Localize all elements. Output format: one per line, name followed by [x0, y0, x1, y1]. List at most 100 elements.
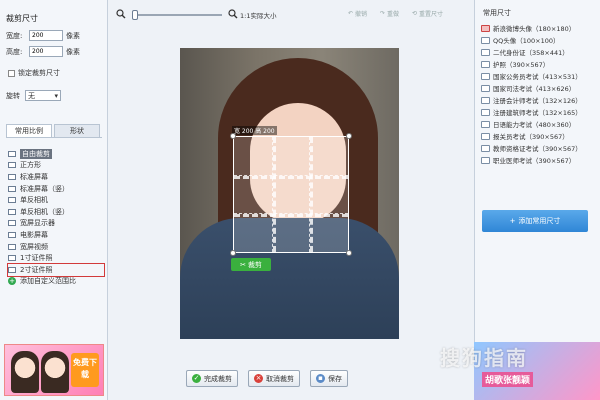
list-item[interactable]: 护照（390×567） — [481, 58, 597, 70]
crop-size-title: 裁剪尺寸 — [6, 14, 38, 23]
add-custom-ratio[interactable]: + 添加自定义范围比 — [8, 276, 104, 288]
crop-button[interactable]: ✂ 裁剪 — [231, 258, 271, 271]
height-unit: 像素 — [66, 47, 80, 56]
ad-face-image — [11, 351, 39, 393]
toolbar: 1:1实际大小 ↶ 撤销 ↷ 重做 ⟲ 重置尺寸 — [110, 0, 472, 28]
redo-button[interactable]: ↷ 重做 — [380, 9, 399, 18]
resize-handle[interactable] — [346, 250, 352, 256]
reset-icon: ⟲ — [412, 10, 418, 17]
plus-icon: + — [509, 217, 516, 225]
qq-icon — [481, 36, 490, 44]
zoom-out-icon[interactable] — [116, 9, 126, 19]
list-item[interactable]: 电影屏幕 — [8, 229, 104, 241]
lock-size-label: 锁定裁剪尺寸 — [18, 69, 60, 77]
ratio-icon — [8, 208, 16, 215]
height-input[interactable] — [29, 46, 63, 57]
undo-button[interactable]: ↶ 撤销 — [348, 9, 367, 18]
id-photo-icon — [8, 255, 16, 262]
rotate-label: 旋转 — [6, 91, 20, 100]
free-download-button[interactable]: 免费下载 — [71, 353, 99, 387]
zoom-slider[interactable] — [132, 10, 222, 20]
width-unit: 像素 — [66, 31, 80, 40]
crop-box[interactable] — [230, 133, 352, 256]
resize-handle[interactable] — [346, 133, 352, 139]
grid-line — [234, 174, 348, 179]
id-photo-icon — [481, 96, 490, 104]
grid-line — [309, 137, 314, 252]
list-item[interactable]: 标准屏幕 — [8, 171, 104, 183]
list-item[interactable]: 正方形 — [8, 160, 104, 172]
height-row: 高度: 像素 — [6, 46, 80, 57]
list-item[interactable]: 教师资格证考试（390×567） — [481, 142, 597, 154]
id-photo-icon — [481, 72, 490, 80]
list-item[interactable]: 注册会计师考试（132×126） — [481, 94, 597, 106]
resize-handle[interactable] — [230, 250, 236, 256]
list-item[interactable]: 标准屏幕（竖） — [8, 183, 104, 195]
done-crop-button[interactable]: ✓ 完成裁剪 — [186, 370, 238, 387]
ratio-icon — [8, 162, 16, 169]
ratio-icon — [8, 173, 16, 180]
chevron-down-icon: ▾ — [54, 91, 58, 100]
id-card-icon — [481, 48, 490, 56]
ad-banner[interactable]: 免费下载 — [4, 344, 104, 396]
list-item[interactable]: 2寸证件照 — [7, 262, 105, 277]
undo-icon: ↶ — [348, 10, 354, 17]
tab-shape[interactable]: 形状 — [54, 124, 100, 137]
id-photo-icon — [481, 132, 490, 140]
common-size-list: 新浪微博头像（180×180） QQ头像（100×100） 二代身份证（358×… — [481, 22, 597, 166]
ratio-list: 自由裁剪 正方形 标准屏幕 标准屏幕（竖） 单反相机 单反相机（竖） 宽屏显示器… — [7, 148, 105, 288]
left-panel: 裁剪尺寸 宽度: 像素 高度: 像素 锁定裁剪尺寸 旋转 无 ▾ 常用比例 形状… — [0, 0, 108, 400]
add-common-size-button[interactable]: + 添加常用尺寸 — [482, 210, 588, 232]
list-item[interactable]: 二代身份证（358×441） — [481, 46, 597, 58]
actual-size-button[interactable]: 1:1实际大小 — [240, 10, 276, 20]
list-item[interactable]: 报关员考试（390×567） — [481, 130, 597, 142]
width-row: 宽度: 像素 — [6, 30, 80, 41]
save-button[interactable]: ▪ 保存 — [310, 370, 348, 387]
cancel-crop-button[interactable]: × 取消裁剪 — [248, 370, 300, 387]
list-item[interactable]: 注册建筑师考试（132×165） — [481, 106, 597, 118]
zoom-in-icon[interactable] — [228, 9, 238, 19]
reset-size-button[interactable]: ⟲ 重置尺寸 — [412, 9, 443, 18]
watermark: 搜狗指南 — [440, 346, 528, 370]
ratio-tabs: 常用比例 形状 — [6, 124, 102, 138]
list-item[interactable]: 国家公务员考试（413×531） — [481, 70, 597, 82]
scissors-icon: ✂ — [240, 260, 246, 269]
ratio-icon — [8, 220, 16, 227]
list-item[interactable]: 单反相机（竖） — [8, 206, 104, 218]
check-icon: ✓ — [192, 374, 201, 383]
height-label: 高度: — [6, 47, 23, 56]
right-panel: 常用尺寸 新浪微博头像（180×180） QQ头像（100×100） 二代身份证… — [474, 0, 600, 400]
resize-handle[interactable] — [230, 133, 236, 139]
save-icon: ▪ — [316, 374, 325, 383]
id-photo-icon — [8, 266, 16, 273]
id-photo-icon — [481, 144, 490, 152]
list-item[interactable]: 新浪微博头像（180×180） — [481, 22, 597, 34]
rotate-value: 无 — [28, 91, 35, 100]
list-item[interactable]: 自由裁剪 — [8, 148, 104, 160]
list-item[interactable]: 宽屏视频 — [8, 241, 104, 253]
list-item[interactable]: 日语能力考试（480×360） — [481, 118, 597, 130]
list-item[interactable]: 职业医师考试（390×567） — [481, 154, 597, 166]
tab-common-ratio[interactable]: 常用比例 — [6, 124, 52, 137]
zoom-slider-thumb[interactable] — [132, 10, 138, 20]
list-item[interactable]: 1寸证件照 — [8, 252, 104, 264]
list-item[interactable]: QQ头像（100×100） — [481, 34, 597, 46]
width-label: 宽度: — [6, 31, 23, 40]
id-photo-icon — [481, 120, 490, 128]
ad-face-image — [41, 351, 69, 393]
id-photo-icon — [481, 108, 490, 116]
ratio-icon — [8, 231, 16, 238]
ratio-icon — [8, 243, 16, 250]
list-item[interactable]: 单反相机 — [8, 194, 104, 206]
list-item[interactable]: 宽屏显示器 — [8, 218, 104, 230]
rotate-select[interactable]: 无 ▾ — [25, 90, 61, 101]
weibo-icon — [481, 24, 490, 32]
list-item[interactable]: 国家司法考试（413×626） — [481, 82, 597, 94]
rotate-row: 旋转 无 ▾ — [6, 90, 61, 101]
lock-size-checkbox[interactable]: 锁定裁剪尺寸 — [8, 68, 60, 78]
ratio-icon — [8, 150, 16, 157]
checkbox-icon[interactable] — [8, 69, 15, 77]
width-input[interactable] — [29, 30, 63, 41]
id-photo-icon — [481, 156, 490, 164]
grid-line — [271, 137, 276, 252]
